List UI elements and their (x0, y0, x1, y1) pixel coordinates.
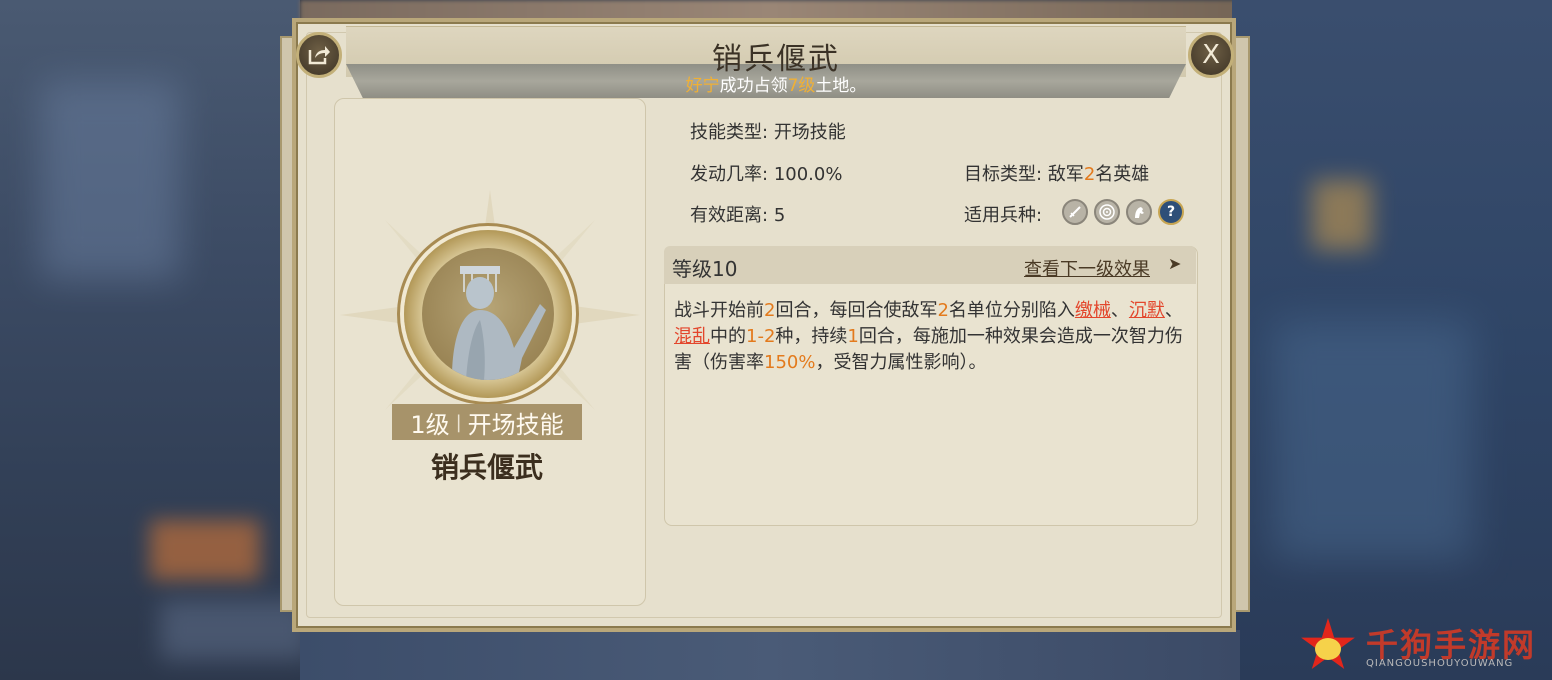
keyword-disarm[interactable]: 缴械 (1075, 300, 1111, 321)
troop-type-row: 适用兵种: (964, 205, 1043, 226)
trigger-rate-row: 发动几率: 100.0% (690, 164, 843, 185)
separator: | (455, 411, 462, 433)
watermark-subtext: QIANGOUSHOUYOUWANG (1366, 658, 1514, 669)
skill-level-tag: 1级 | 开场技能 (392, 404, 582, 440)
cavalry-icon[interactable] (1126, 199, 1152, 225)
skill-portrait (404, 230, 572, 398)
troop-icons: ? (1062, 199, 1184, 225)
keyword-silence[interactable]: 沉默 (1129, 300, 1165, 321)
distance-row: 有效距离: 5 (690, 205, 786, 226)
land-level: 7级 (787, 76, 816, 96)
watermark-mascot-icon (1315, 638, 1341, 660)
skill-name: 销兵偃武 (430, 451, 543, 484)
spear-icon[interactable] (1062, 199, 1088, 225)
close-icon: X (1202, 40, 1220, 70)
skill-current-level: 等级10 (672, 257, 738, 281)
share-button[interactable] (296, 32, 342, 78)
skill-type-row: 技能类型: 开场技能 (690, 122, 846, 143)
skill-type-tag: 开场技能 (467, 410, 564, 439)
share-icon (308, 46, 330, 65)
target-type-row: 目标类型: 敌军2名英雄 (964, 164, 1150, 185)
close-button[interactable]: X (1188, 32, 1234, 78)
notification-text: 好宁成功占领7级土地。 (685, 76, 867, 96)
watermark: 千狗手游网 QIANGOUSHOUYOUWANG (1300, 618, 1540, 678)
effect-box (664, 246, 1198, 526)
keyword-chaos[interactable]: 混乱 (674, 326, 710, 347)
player-name: 好宁 (685, 76, 720, 96)
next-level-effect-link[interactable]: 查看下一级效果 (1024, 255, 1150, 281)
general-figure-icon (452, 266, 546, 380)
bow-icon[interactable] (1094, 199, 1120, 225)
skill-level: 1级 (410, 410, 450, 439)
skill-description: 战斗开始前2回合，每回合使敌军2名单位分别陷入缴械、沉默、混乱中的1-2种，持续… (674, 300, 1183, 373)
unknown-troop-icon[interactable]: ? (1158, 199, 1184, 225)
arrow-right-icon[interactable]: ➤ (1168, 254, 1181, 273)
